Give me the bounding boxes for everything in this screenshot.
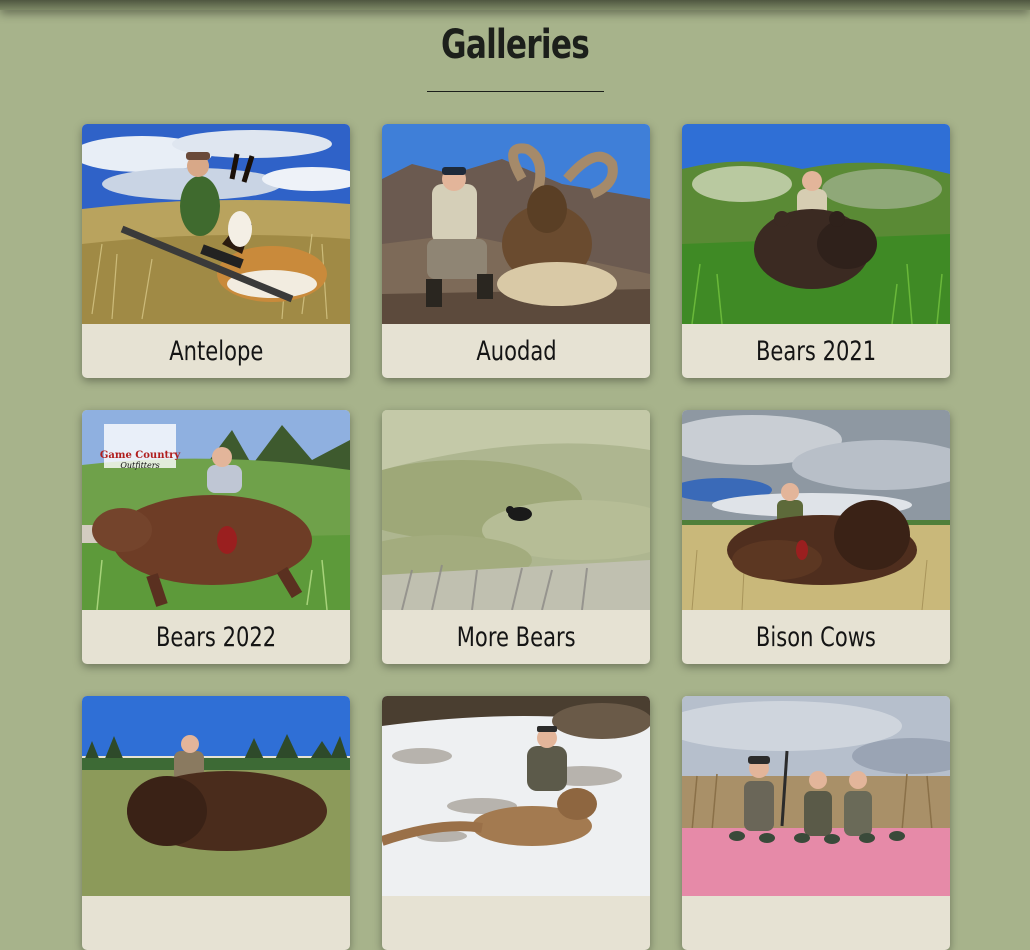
distant-bear-photo[interactable] [382, 410, 650, 610]
aoudad-hunter-photo[interactable] [382, 124, 650, 324]
duck-hunters-photo[interactable] [682, 696, 950, 896]
bear-hunter-photo[interactable] [682, 124, 950, 324]
gallery-card-bears-2022[interactable]: Game Country Outfitters Bears 2022 [82, 410, 350, 664]
gallery-card-label[interactable]: Bison Cows [682, 610, 950, 664]
gallery-card-label[interactable] [82, 896, 350, 950]
gallery-card-bison[interactable] [82, 696, 350, 950]
bison-cow-hunter-photo[interactable] [682, 410, 950, 610]
gallery-card-antelope[interactable]: Antelope [82, 124, 350, 378]
mountain-lion-hunter-photo[interactable] [382, 696, 650, 896]
gallery-card-label[interactable]: Bears 2021 [682, 324, 950, 378]
header-bar-shadow [0, 0, 1030, 10]
gallery-card-label[interactable]: Auodad [382, 324, 650, 378]
svg-text:Outfitters: Outfitters [120, 461, 159, 470]
gallery-card-label[interactable]: Bears 2022 [82, 610, 350, 664]
bison-hunter-photo[interactable] [82, 696, 350, 896]
page-title: Galleries [440, 22, 590, 68]
grizzly-hunter-photo[interactable]: Game Country Outfitters [82, 410, 350, 610]
gallery-card-more-bears[interactable]: More Bears [382, 410, 650, 664]
gallery-card-label[interactable] [682, 896, 950, 950]
gallery-card-bears-2021[interactable]: Bears 2021 [682, 124, 950, 378]
gallery-card-auodad[interactable]: Auodad [382, 124, 650, 378]
svg-text:Game Country: Game Country [100, 450, 182, 461]
gallery-grid: Antelope Auodad Bears 2021 Game Country … [82, 124, 950, 950]
gallery-card-ducks[interactable] [682, 696, 950, 950]
title-underline [427, 91, 604, 92]
gallery-card-label[interactable]: More Bears [382, 610, 650, 664]
gallery-card-label[interactable]: Antelope [82, 324, 350, 378]
gallery-card-label[interactable] [382, 896, 650, 950]
gallery-card-bison-cows[interactable]: Bison Cows [682, 410, 950, 664]
gallery-card-mountain-lion[interactable] [382, 696, 650, 950]
antelope-hunter-photo[interactable] [82, 124, 350, 324]
